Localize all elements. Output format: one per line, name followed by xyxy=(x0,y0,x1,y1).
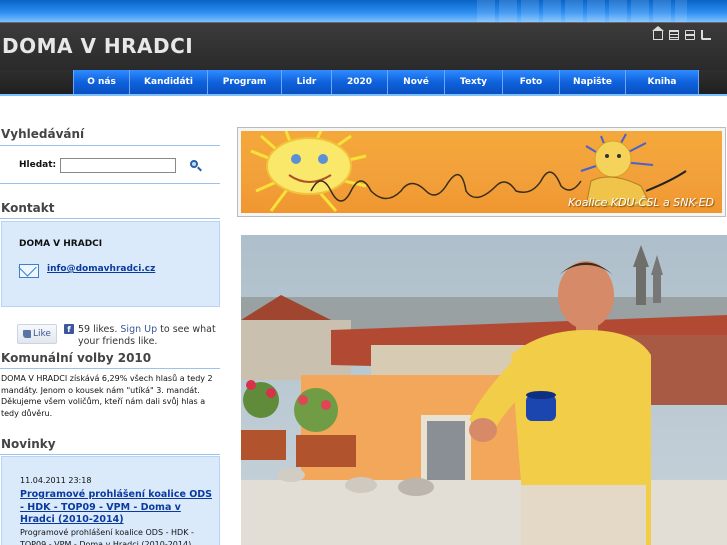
facebook-likes-text: 59 likes. Sign Up to see what your frien… xyxy=(78,324,216,347)
home-icon[interactable] xyxy=(652,26,664,40)
hero-photo-illustration xyxy=(241,235,727,545)
facebook-signup-link[interactable]: Sign Up xyxy=(120,324,157,335)
divider xyxy=(0,183,220,184)
thumbs-up-icon xyxy=(23,330,32,338)
search-label: Hledat: xyxy=(19,160,57,170)
mail-icon xyxy=(19,264,39,278)
nav-nove[interactable]: Nové xyxy=(388,70,445,94)
nav-kandidati[interactable]: Kandidáti xyxy=(130,70,208,94)
contact-box: DOMA V HRADCI info@domavhradci.cz xyxy=(1,221,220,307)
nav-2020[interactable]: 2020 xyxy=(332,70,388,94)
rss-icon[interactable] xyxy=(701,30,711,40)
news-box: 11.04.2011 23:18 Programové prohlášení k… xyxy=(1,456,220,545)
facebook-icon: f xyxy=(64,324,74,334)
nav-napiste[interactable]: Napište xyxy=(560,70,626,94)
like-label: Like xyxy=(33,329,51,339)
header-icons xyxy=(652,26,711,40)
search-input[interactable] xyxy=(60,158,176,173)
contact-email-link[interactable]: info@domavhradci.cz xyxy=(47,264,155,274)
search-button[interactable] xyxy=(189,159,203,173)
nav-lidr[interactable]: Lidr xyxy=(282,70,332,94)
hero-photo xyxy=(241,235,727,545)
nav-o-nas[interactable]: O nás xyxy=(73,70,130,94)
sitemap-icon[interactable] xyxy=(669,30,679,40)
election-heading: Komunální volby 2010 xyxy=(1,351,152,365)
site-title[interactable]: DOMA V HRADCI xyxy=(2,34,193,58)
news-title-link[interactable]: Programové prohlášení koalice ODS - HDK … xyxy=(20,489,216,527)
nav-texty[interactable]: Texty xyxy=(445,70,503,94)
nav-underline xyxy=(0,94,727,96)
banner-slogan: Koalice KDU-ČSL a SNK-ED xyxy=(568,196,714,209)
divider xyxy=(0,145,220,146)
news-excerpt: Programové prohlášení koalice ODS - HDK … xyxy=(20,528,194,545)
top-accent-bar xyxy=(0,0,727,22)
contact-heading: Kontakt xyxy=(1,201,55,215)
divider xyxy=(0,218,220,219)
nav-kniha-navstev[interactable]: Kniha návštěv xyxy=(626,70,699,111)
divider xyxy=(0,454,220,455)
election-text: DOMA V HRADCI získává 6,29% všech hlasů … xyxy=(1,374,213,418)
nav-foto[interactable]: Foto xyxy=(503,70,560,94)
divider xyxy=(0,368,220,369)
contact-name: DOMA V HRADCI xyxy=(19,239,103,249)
banner: Koalice KDU-ČSL a SNK-ED xyxy=(237,127,726,217)
main-nav: O nás Kandidáti Program Lidr 2020 Nové T… xyxy=(73,70,699,111)
search-heading: Vyhledávání xyxy=(1,127,85,141)
news-date: 11.04.2011 23:18 xyxy=(20,476,92,485)
news-heading: Novinky xyxy=(1,437,56,451)
print-icon[interactable] xyxy=(685,30,695,40)
nav-program[interactable]: Program xyxy=(208,70,282,94)
facebook-like-button[interactable]: Like xyxy=(17,324,57,344)
